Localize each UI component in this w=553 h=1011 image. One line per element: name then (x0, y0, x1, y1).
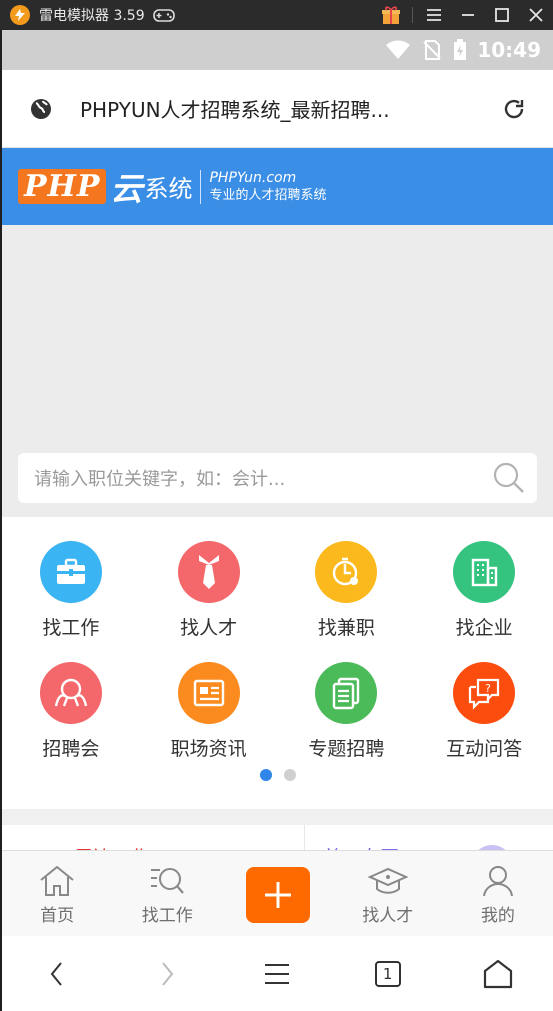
menu-qa[interactable]: ? 互动问答 (415, 662, 553, 761)
menu-label: 招聘会 (42, 738, 100, 760)
minimize-icon[interactable] (451, 0, 485, 30)
gift-icon[interactable] (374, 0, 408, 30)
no-sim-icon (423, 40, 442, 60)
site-header-banner: PHP 云 系统 PHPYun.com 专业的人才招聘系统 (2, 148, 553, 225)
bottom-tab-bar: 首页 找工作 找人才 我的 (2, 850, 553, 936)
globe-icon (31, 98, 51, 119)
back-button[interactable] (22, 944, 92, 1004)
add-button[interactable] (245, 867, 310, 923)
pagination-dot-active[interactable] (259, 769, 272, 781)
status-bar: 10:49 (2, 30, 553, 70)
logo-yun: 云 (110, 169, 143, 208)
page-title[interactable]: PHPYUN人才招聘系统_最新招聘... (80, 94, 475, 123)
gamepad-icon[interactable] (152, 7, 175, 23)
tab-label: 我的 (480, 906, 515, 926)
hamburger-icon (265, 963, 290, 984)
handshake-icon (39, 662, 102, 724)
menu-label: 职场资讯 (170, 738, 247, 760)
logo-domain: PHPYun.com (209, 169, 297, 186)
feature-row-1: 找工作 找人才 找兼职 找企业 (2, 541, 553, 640)
status-time: 10:49 (477, 38, 541, 62)
menu-label: 找工作 (42, 617, 100, 639)
banner-slider[interactable] (2, 225, 553, 453)
logo-slogan: 专业的人才招聘系统 (209, 187, 327, 203)
briefcase-icon (39, 541, 102, 603)
tabs-button[interactable]: 1 (353, 944, 423, 1004)
tab-label: 首页 (40, 906, 75, 926)
menu-special-recruit[interactable]: 专题招聘 (278, 662, 416, 761)
menu-label: 找人才 (180, 617, 238, 639)
tab-post (222, 851, 332, 936)
tab-find-talent[interactable]: 找人才 (333, 851, 443, 936)
wifi-icon (386, 40, 411, 59)
logo-system: 系统 (144, 175, 193, 203)
tab-label: 找工作 (141, 906, 193, 926)
menu-find-talent[interactable]: 找人才 (140, 541, 278, 640)
phone-screen: 10:49 PHPYUN人才招聘系统_最新招聘... PHP 云 系统 PHPY… (2, 30, 553, 1011)
browser-nav-bar: 1 (2, 936, 553, 1011)
search-list-icon (148, 863, 186, 899)
menu-label: 找企业 (455, 617, 513, 639)
house-icon (483, 959, 512, 988)
tab-find-job[interactable]: 找工作 (112, 851, 222, 936)
emulator-title: 雷电模拟器 3.59 (39, 8, 145, 24)
search-box[interactable]: 请输入职位关键字，如：会计... (18, 453, 537, 503)
maximize-icon[interactable] (485, 0, 519, 30)
menu-find-job[interactable]: 找工作 (2, 541, 140, 640)
browser-menu-button[interactable] (242, 944, 312, 1004)
menu-career-news[interactable]: 职场资讯 (140, 662, 278, 761)
emulator-logo-icon (10, 5, 30, 25)
tab-label: 找人才 (362, 906, 414, 926)
user-icon (481, 863, 515, 899)
search-icon[interactable] (481, 453, 537, 503)
toolbar-divider (412, 7, 413, 23)
menu-icon[interactable] (417, 0, 451, 30)
menu-job-fair[interactable]: 招聘会 (2, 662, 140, 761)
tabs-count: 1 (374, 960, 401, 987)
question-bubble-icon: ? (453, 662, 516, 724)
reload-icon (504, 99, 524, 118)
home-button[interactable] (463, 944, 533, 1004)
forward-button[interactable] (132, 944, 202, 1004)
graduation-cap-icon (367, 863, 408, 899)
emulator-title-bar: 雷电模拟器 3.59 (0, 0, 553, 30)
logo-divider (200, 169, 202, 204)
plus-icon (264, 882, 291, 908)
slider-pagination (2, 769, 553, 781)
reload-button[interactable] (475, 70, 553, 148)
tie-icon (177, 541, 240, 603)
documents-icon (315, 662, 378, 724)
svg-text:?: ? (485, 682, 491, 695)
menu-label: 互动问答 (446, 738, 523, 760)
browser-toolbar: PHPYUN人才招聘系统_最新招聘... (2, 70, 553, 148)
timer-icon (315, 541, 378, 603)
menu-find-company[interactable]: 找企业 (415, 541, 553, 640)
pagination-dot[interactable] (283, 769, 296, 781)
building-icon (453, 541, 516, 603)
feature-grid: 找工作 找人才 找兼职 找企业 招聘会 职场资讯 专题招聘 ? 互动问答 (2, 517, 553, 809)
chevron-left-icon (50, 961, 62, 986)
search-input[interactable]: 请输入职位关键字，如：会计... (34, 465, 481, 491)
close-icon[interactable] (519, 0, 553, 30)
chevron-right-icon (162, 961, 174, 986)
tab-mine[interactable]: 我的 (443, 851, 553, 936)
tab-home[interactable]: 首页 (2, 851, 112, 936)
site-info-button[interactable] (2, 70, 80, 148)
battery-icon (454, 39, 467, 60)
search-section: 请输入职位关键字，如：会计... (2, 453, 553, 517)
feature-row-2: 招聘会 职场资讯 专题招聘 ? 互动问答 (2, 662, 553, 761)
menu-find-parttime[interactable]: 找兼职 (278, 541, 416, 640)
news-icon (177, 662, 240, 724)
logo-subtitle: PHPYun.com 专业的人才招聘系统 (209, 170, 326, 204)
menu-label: 专题招聘 (308, 738, 385, 760)
menu-label: 找兼职 (317, 617, 375, 639)
section-gap (2, 809, 553, 825)
home-icon (38, 863, 76, 899)
logo-php: PHP (18, 169, 107, 204)
